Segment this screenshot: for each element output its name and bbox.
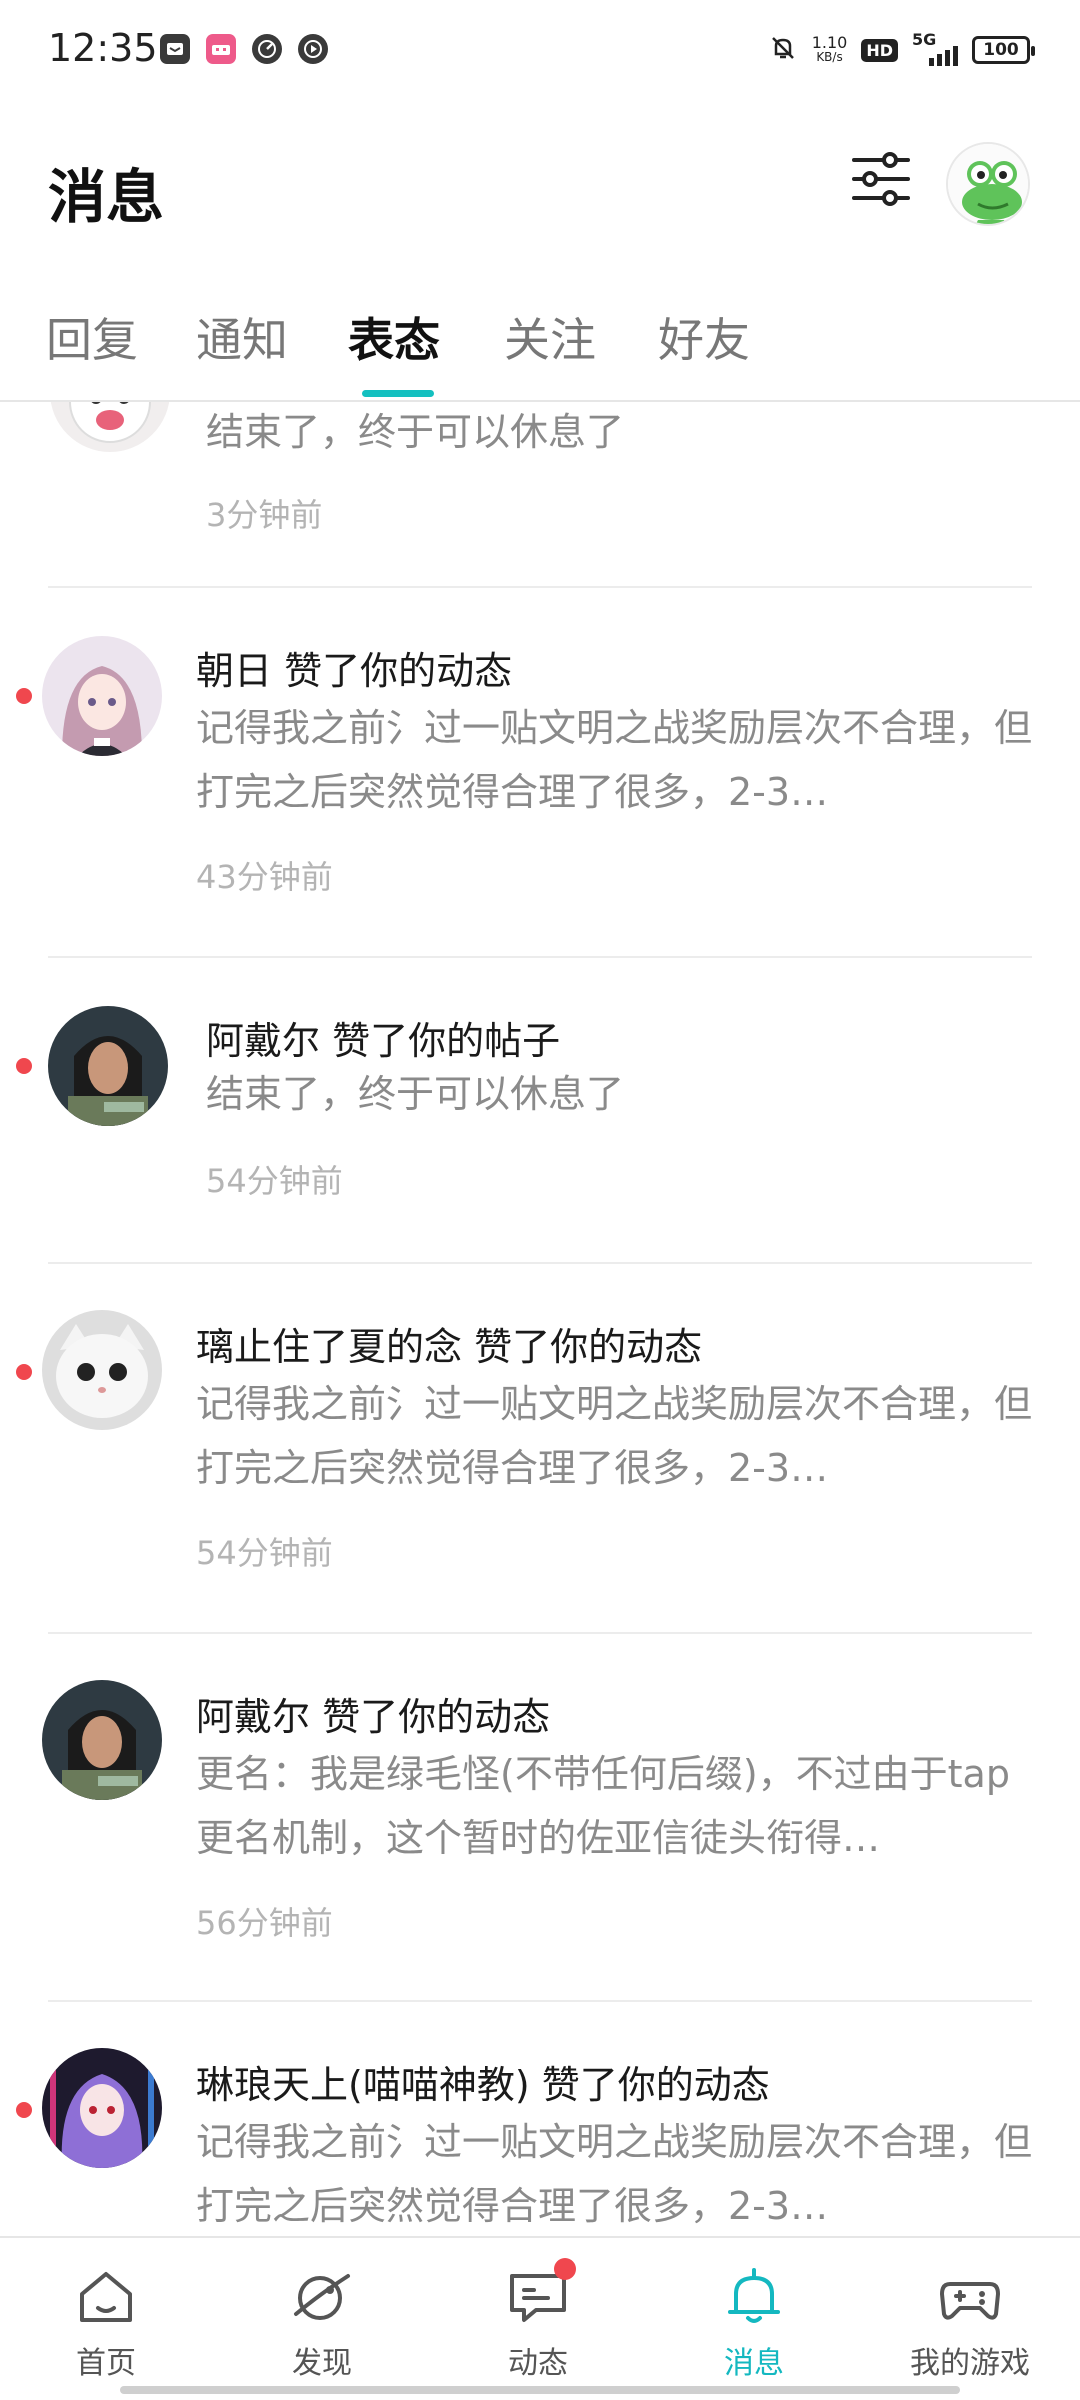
avatar[interactable] bbox=[42, 1680, 162, 1800]
home-icon bbox=[74, 2264, 138, 2328]
gamepad-icon bbox=[938, 2264, 1002, 2328]
avatar[interactable] bbox=[50, 402, 170, 452]
nav-label: 消息 bbox=[724, 2346, 784, 2381]
message-time: 54分钟前 bbox=[206, 1162, 343, 1200]
speed-unit: KB/s bbox=[816, 50, 843, 64]
message-time: 56分钟前 bbox=[196, 1904, 333, 1942]
avatar[interactable] bbox=[42, 1310, 162, 1430]
chat-icon bbox=[506, 2258, 576, 2328]
home-indicator[interactable] bbox=[120, 2386, 960, 2394]
avatar[interactable] bbox=[42, 2048, 162, 2168]
message-time: 54分钟前 bbox=[196, 1534, 333, 1572]
tab-follows[interactable]: 关注 bbox=[504, 304, 596, 370]
message-title: 阿戴尔 赞了你的动态 bbox=[196, 1695, 551, 1739]
battery-level: 100 bbox=[983, 40, 1019, 60]
unread-dot bbox=[16, 1364, 32, 1380]
unread-dot bbox=[16, 1058, 32, 1074]
message-time: 43分钟前 bbox=[196, 858, 333, 896]
bottom-nav: 首页 发现 动态 消息 我的游戏 bbox=[0, 2236, 1080, 2400]
nav-discover[interactable]: 发现 bbox=[232, 2264, 412, 2382]
message-body: 结束了，终于可以休息了 bbox=[206, 1072, 625, 1116]
my-avatar[interactable] bbox=[946, 142, 1030, 226]
bell-icon bbox=[722, 2264, 786, 2328]
tab-replies[interactable]: 回复 bbox=[46, 304, 138, 370]
sliders-icon bbox=[852, 152, 910, 206]
message-title: 阿戴尔 赞了你的帖子 bbox=[206, 1019, 561, 1063]
mute-icon bbox=[768, 33, 798, 67]
status-time: 12:35 bbox=[48, 26, 158, 70]
list-item[interactable]: 阿戴尔 赞了你的动态 更名：我是绿毛怪(不带任何后缀)，不过由于tap更名机制，… bbox=[0, 1634, 1080, 2002]
list-item[interactable]: 璃止住了夏的念 赞了你的动态 记得我之前氵过一贴文明之战奖励层次不合理，但打完之… bbox=[0, 1264, 1080, 1632]
filter-button[interactable] bbox=[848, 146, 914, 212]
message-title: 琳琅天上(喵喵神教) 赞了你的动态 bbox=[196, 2063, 770, 2107]
message-list[interactable]: 结束了，终于可以休息了 3分钟前 朝日 赞了你的动态 记得我之前氵过一贴文明之战… bbox=[0, 402, 1080, 2236]
nav-label: 发现 bbox=[292, 2346, 352, 2381]
message-time: 3分钟前 bbox=[206, 496, 323, 534]
message-body: 记得我之前氵过一贴文明之战奖励层次不合理，但打完之后突然觉得合理了很多，2-3… bbox=[196, 1382, 1033, 1490]
nav-label: 我的游戏 bbox=[910, 2346, 1030, 2381]
message-body: 结束了，终于可以休息了 bbox=[206, 410, 625, 454]
network-speed: 1.10 KB/s bbox=[811, 33, 848, 65]
list-item[interactable]: 琳琅天上(喵喵神教) 赞了你的动态 记得我之前氵过一贴文明之战奖励层次不合理，但… bbox=[0, 2002, 1080, 2236]
list-item[interactable]: 阿戴尔 赞了你的帖子 结束了，终于可以休息了 54分钟前 bbox=[0, 958, 1080, 1262]
list-item[interactable]: 结束了，终于可以休息了 3分钟前 bbox=[0, 402, 1080, 586]
message-title: 朝日 赞了你的动态 bbox=[196, 649, 513, 693]
unread-dot bbox=[16, 2102, 32, 2118]
nav-home[interactable]: 首页 bbox=[16, 2264, 196, 2382]
hd-badge: HD bbox=[861, 38, 898, 62]
nav-feed[interactable]: 动态 bbox=[448, 2258, 628, 2382]
page-title: 消息 bbox=[48, 163, 165, 231]
speed-icon bbox=[252, 34, 282, 64]
unread-dot bbox=[16, 688, 32, 704]
planet-icon bbox=[290, 2264, 354, 2328]
avatar[interactable] bbox=[42, 636, 162, 756]
nav-messages[interactable]: 消息 bbox=[664, 2264, 844, 2382]
status-bar: 12:35 1.10 KB/s HD 5G 100 bbox=[0, 0, 1080, 100]
notification-badge bbox=[554, 2258, 576, 2280]
tab-reactions[interactable]: 表态 bbox=[348, 304, 440, 370]
avatar[interactable] bbox=[48, 1006, 168, 1126]
tab-indicator bbox=[362, 390, 434, 397]
tab-notifications[interactable]: 通知 bbox=[196, 304, 288, 370]
play-icon bbox=[298, 34, 328, 64]
message-body: 记得我之前氵过一贴文明之战奖励层次不合理，但打完之后突然觉得合理了很多，2-3… bbox=[196, 2120, 1033, 2228]
message-body: 更名：我是绿毛怪(不带任何后缀)，不过由于tap更名机制，这个暂时的佐亚信徒头衔… bbox=[196, 1752, 1010, 1860]
nav-label: 首页 bbox=[76, 2346, 136, 2381]
message-app-icon bbox=[160, 34, 190, 64]
signal-icon: 5G bbox=[912, 30, 958, 66]
message-body: 记得我之前氵过一贴文明之战奖励层次不合理，但打完之后突然觉得合理了很多，2-3… bbox=[196, 706, 1033, 814]
speed-value: 1.10 bbox=[811, 33, 848, 52]
tab-friends[interactable]: 好友 bbox=[658, 304, 750, 370]
battery-icon: 100 bbox=[972, 36, 1035, 64]
frog-avatar-icon bbox=[948, 144, 1028, 224]
nav-my-games[interactable]: 我的游戏 bbox=[880, 2264, 1060, 2382]
tab-bar: 回复 通知 表态 关注 好友 bbox=[0, 290, 1080, 400]
message-title: 璃止住了夏的念 赞了你的动态 bbox=[196, 1325, 703, 1369]
nav-label: 动态 bbox=[508, 2346, 568, 2381]
list-item[interactable]: 朝日 赞了你的动态 记得我之前氵过一贴文明之战奖励层次不合理，但打完之后突然觉得… bbox=[0, 588, 1080, 956]
bilibili-icon bbox=[206, 34, 236, 64]
